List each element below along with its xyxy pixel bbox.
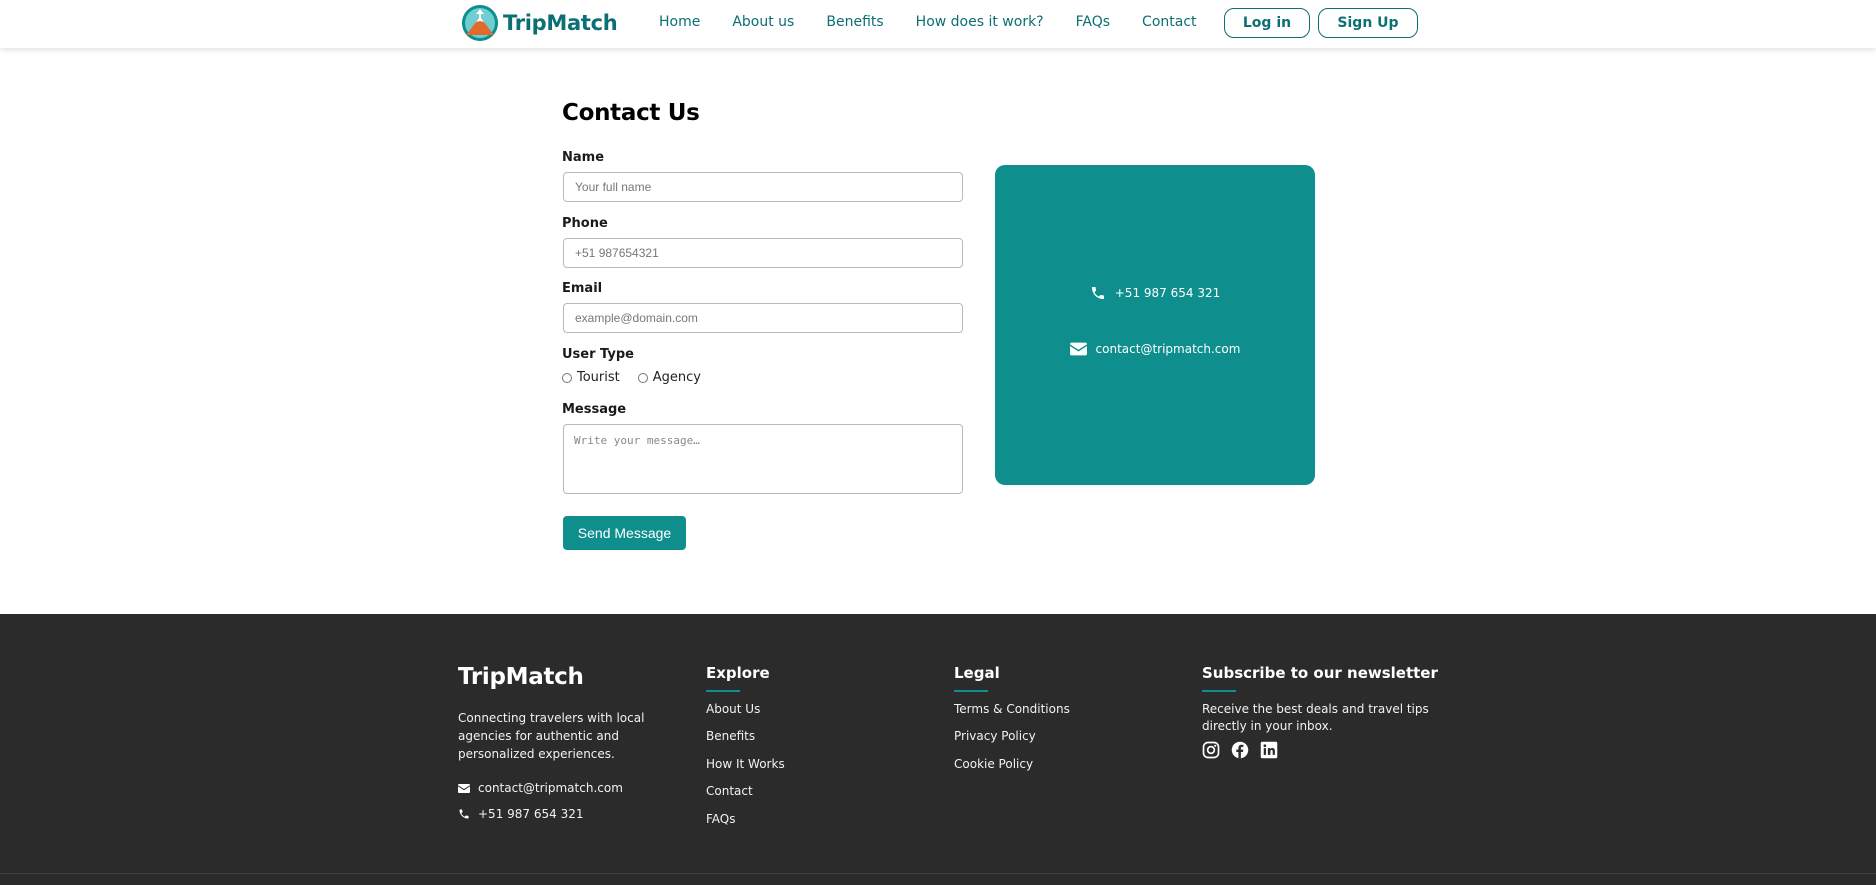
radio-option-agency[interactable]: Agency bbox=[637, 370, 701, 385]
footer-phone-row: +51 987 654 321 bbox=[458, 807, 583, 821]
footer-email-text: contact@tripmatch.com bbox=[478, 781, 623, 795]
radio-agency[interactable] bbox=[637, 372, 648, 383]
logo-link[interactable]: TripMatch bbox=[462, 4, 618, 42]
phone-icon bbox=[1090, 285, 1106, 301]
radio-label-agency: Agency bbox=[652, 370, 701, 385]
info-email-row: contact@tripmatch.com bbox=[995, 342, 1315, 356]
nav-about-us[interactable]: About us bbox=[732, 14, 794, 30]
logo-icon bbox=[462, 5, 498, 41]
legal-underline bbox=[954, 690, 988, 692]
contact-info-card: +51 987 654 321 contact@tripmatch.com bbox=[995, 165, 1315, 485]
info-phone-row: +51 987 654 321 bbox=[995, 285, 1315, 301]
instagram-icon[interactable] bbox=[1202, 741, 1220, 759]
radio-tourist[interactable] bbox=[562, 372, 572, 383]
message-label: Message bbox=[562, 402, 627, 417]
footer-email-row: contact@tripmatch.com bbox=[458, 781, 623, 795]
social-links bbox=[1202, 741, 1289, 759]
user-type-label: User Type bbox=[562, 347, 634, 362]
main-nav: Home About us Benefits How does it work?… bbox=[659, 14, 1229, 30]
radio-option-tourist[interactable]: Tourist bbox=[562, 370, 620, 385]
nav-how-it-works[interactable]: How does it work? bbox=[916, 14, 1044, 30]
page-title: Contact Us bbox=[562, 100, 700, 126]
phone-input[interactable] bbox=[563, 238, 963, 268]
envelope-icon bbox=[1069, 342, 1087, 356]
footer-brand: TripMatch bbox=[458, 664, 584, 690]
footer-link-faqs[interactable]: FAQs bbox=[706, 812, 736, 826]
info-phone-text: +51 987 654 321 bbox=[1114, 286, 1221, 300]
email-input[interactable] bbox=[563, 303, 963, 333]
legal-title: Legal bbox=[954, 664, 1000, 682]
login-button[interactable]: Log in bbox=[1224, 8, 1310, 38]
footer-link-terms[interactable]: Terms & Conditions bbox=[954, 702, 1070, 716]
nav-home[interactable]: Home bbox=[659, 14, 700, 30]
user-type-radio-group: Tourist Agency bbox=[562, 370, 719, 385]
top-navbar: TripMatch Home About us Benefits How doe… bbox=[0, 0, 1876, 48]
linkedin-icon[interactable] bbox=[1260, 741, 1278, 759]
newsletter-text: Receive the best deals and travel tips d… bbox=[1202, 702, 1429, 733]
nav-faqs[interactable]: FAQs bbox=[1076, 14, 1110, 30]
phone-icon bbox=[458, 808, 470, 820]
footer: TripMatch Connecting travelers with loca… bbox=[0, 614, 1876, 885]
facebook-icon[interactable] bbox=[1231, 741, 1249, 759]
name-label: Name bbox=[562, 150, 605, 165]
footer-divider bbox=[0, 873, 1876, 874]
footer-link-cookies[interactable]: Cookie Policy bbox=[954, 757, 1033, 771]
footer-description: Connecting travelers with local agencies… bbox=[458, 711, 645, 761]
name-input[interactable] bbox=[563, 172, 963, 202]
radio-label-tourist: Tourist bbox=[577, 370, 620, 385]
explore-title: Explore bbox=[706, 664, 770, 682]
footer-link-about-us[interactable]: About Us bbox=[706, 702, 760, 716]
phone-label: Phone bbox=[562, 216, 608, 231]
footer-link-benefits[interactable]: Benefits bbox=[706, 729, 755, 743]
email-label: Email bbox=[562, 281, 603, 296]
info-email-text: contact@tripmatch.com bbox=[1095, 342, 1241, 356]
logo-text: TripMatch bbox=[503, 11, 618, 35]
nav-contact[interactable]: Contact bbox=[1142, 14, 1196, 30]
message-textarea[interactable] bbox=[563, 424, 963, 494]
send-message-button[interactable]: Send Message bbox=[563, 516, 686, 550]
explore-underline bbox=[706, 690, 740, 692]
envelope-icon bbox=[458, 783, 470, 793]
footer-link-privacy[interactable]: Privacy Policy bbox=[954, 729, 1036, 743]
newsletter-underline bbox=[1202, 690, 1236, 692]
footer-link-contact[interactable]: Contact bbox=[706, 784, 753, 798]
newsletter-title: Subscribe to our newsletter bbox=[1202, 664, 1438, 682]
signup-button[interactable]: Sign Up bbox=[1318, 8, 1418, 38]
footer-phone-text: +51 987 654 321 bbox=[478, 807, 584, 821]
nav-benefits[interactable]: Benefits bbox=[826, 14, 883, 30]
footer-link-how-it-works[interactable]: How It Works bbox=[706, 757, 785, 771]
